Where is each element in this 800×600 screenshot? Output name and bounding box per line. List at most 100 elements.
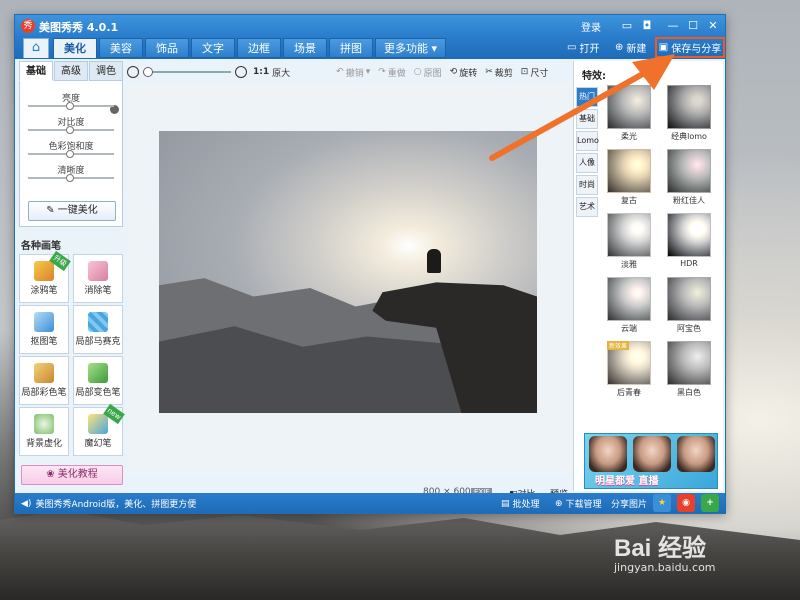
tab-beauty[interactable]: 美容 [99,38,143,58]
zoom-slider[interactable] [143,67,231,77]
effect-thumb [667,85,711,129]
contrast-slider[interactable] [28,126,114,134]
nav-tabs: 美化 美容 饰品 文字 边框 场景 拼图 更多功能 ▾ [53,38,447,58]
cat-portrait[interactable]: 人像 [576,153,598,173]
effect-cloud[interactable]: 云端 [602,277,656,339]
clarity-slider[interactable] [28,174,114,182]
brush-color-change[interactable]: 局部变色笔 [73,356,123,405]
new-label: 新建 [626,44,647,55]
one-click-label: 一键美化 [57,205,98,216]
cutout-pen-icon [34,312,54,332]
brush-label: 局部马赛克 [75,337,121,347]
save-share-button[interactable]: ▣ 保存与分享 [655,37,725,58]
ad-banner[interactable]: 明星都爱 直播 [584,433,718,489]
tab-collage[interactable]: 拼图 [329,38,373,58]
effect-elegant[interactable]: 淡雅 [602,213,656,275]
batch-button[interactable]: ▤ 批处理 [501,497,540,511]
cat-art[interactable]: 艺术 [576,197,598,217]
cat-basic[interactable]: 基础 [576,109,598,129]
tab-text[interactable]: 文字 [191,38,235,58]
crop-button[interactable]: ✂ 裁剪 [485,66,513,79]
ad-face-3 [677,436,715,472]
original-button[interactable]: ○ 原图 [414,66,442,79]
chat-icon[interactable]: ▭ [619,18,635,34]
batch-icon: ▤ [501,498,510,509]
effect-classic-lomo[interactable]: 经典lomo [662,85,716,147]
photo-canvas[interactable] [159,131,537,413]
brush-label: 抠图笔 [30,337,58,347]
rotate-label: 旋转 [459,68,478,79]
effect-youth[interactable]: 新效果 后青春 [602,341,656,403]
effect-hdr[interactable]: HDR [662,213,716,275]
effect-thumb [667,213,711,257]
clarity-knob[interactable] [66,174,74,182]
zoom-in-icon[interactable] [235,66,247,78]
ad-face-2 [633,436,671,472]
one-click-beautify-button[interactable]: ✎ 一键美化 [28,201,116,221]
minimize-icon[interactable]: — [665,18,681,34]
brush-magic[interactable]: 魔幻笔 new [73,403,125,456]
brush-local-color[interactable]: 局部彩色笔 [19,356,69,405]
rotate-button[interactable]: ⟲ 旋转 [450,66,478,79]
zoom-knob[interactable] [143,67,153,77]
tutorial-button[interactable]: ❀ 美化教程 [21,465,123,485]
saturation-slider[interactable] [28,150,114,158]
effect-retro[interactable]: 复古 [602,149,656,211]
effect-pink[interactable]: 粉红佳人 [662,149,716,211]
app-window: 秀 美图秀秀 4.0.1 登录 ▭ ◘ — ☐ ✕ ⌂ 美化 美容 饰品 文字 … [14,14,726,514]
brush-blur-bg[interactable]: 背景虚化 [19,407,69,456]
ratio-button[interactable]: 1:1 [253,67,269,77]
undo-button[interactable]: ↶ 撤销 ▾ [336,66,370,79]
tab-beautify[interactable]: 美化 [53,38,97,58]
brush-label: 涂鸦笔 [30,286,58,296]
brush-mosaic[interactable]: 局部马赛克 [73,305,123,354]
tab-frame[interactable]: 边框 [237,38,281,58]
cat-hot[interactable]: 热门 [576,87,598,107]
share-image-button[interactable]: 分享图片 [611,497,647,510]
settings-icon[interactable]: ◘ [639,18,655,34]
contrast-knob[interactable] [66,126,74,134]
redo-button[interactable]: ↷ 重做 [378,66,406,79]
cat-fashion[interactable]: 时尚 [576,175,598,195]
add-icon[interactable]: + [701,494,719,512]
app-logo-icon: 秀 [21,19,35,33]
brightness-slider[interactable] [28,102,114,110]
weibo-icon[interactable]: ◉ [677,494,695,512]
tab-more[interactable]: 更多功能 ▾ [375,38,447,58]
maximize-icon[interactable]: ☐ [685,18,701,34]
effect-bw[interactable]: 黑白色 [662,341,716,403]
saturation-knob[interactable] [66,150,74,158]
disk-icon: ▣ [658,42,669,53]
adjust-box: 亮度 对比度 色彩饱和度 清晰度 ✎ 一键美化 [19,81,123,227]
new-button[interactable]: ⊕ 新建 [615,40,646,55]
effect-abao[interactable]: 阿宝色 [662,277,716,339]
star-icon[interactable]: ★ [653,494,671,512]
effect-thumb [607,149,651,193]
zoom-out-icon[interactable] [127,66,139,78]
cat-lomo[interactable]: Lomo [576,131,599,151]
login-link[interactable]: 登录 [581,19,601,34]
tab-accessories[interactable]: 饰品 [145,38,189,58]
original-size-button[interactable]: 原大 [272,66,290,79]
close-icon[interactable]: ✕ [705,18,721,34]
brush-doodle[interactable]: 涂鸦笔 升级 [19,250,71,303]
resize-button[interactable]: ⊡ 尺寸 [521,66,549,79]
sub-tab-basic[interactable]: 基础 [19,61,53,81]
brush-eraser[interactable]: 消除笔 [73,254,123,303]
new-effect-badge: 新效果 [607,341,630,350]
watermark-url: jingyan.baidu.com [614,561,716,574]
download-manager-button[interactable]: ⊕ 下载管理 [555,497,602,511]
promo-text: 美图秀秀Android版，美化、拼图更方便 [35,500,197,510]
open-button[interactable]: ▭ 打开 [567,40,599,55]
tab-scene[interactable]: 场景 [283,38,327,58]
redo-icon: ↷ [378,67,386,77]
effect-soft-light[interactable]: 柔光 [602,85,656,147]
magic-wand-icon [88,414,108,434]
home-icon[interactable]: ⌂ [23,38,49,58]
promo-link[interactable]: ◀) 美图秀秀Android版，美化、拼图更方便 [21,497,197,511]
sub-tab-color[interactable]: 调色 [89,61,123,81]
watermark-logo: Bai 经验 [614,535,707,562]
brush-cutout[interactable]: 抠图笔 [19,305,69,354]
brightness-knob[interactable] [66,102,74,110]
sub-tab-advanced[interactable]: 高级 [54,61,88,81]
